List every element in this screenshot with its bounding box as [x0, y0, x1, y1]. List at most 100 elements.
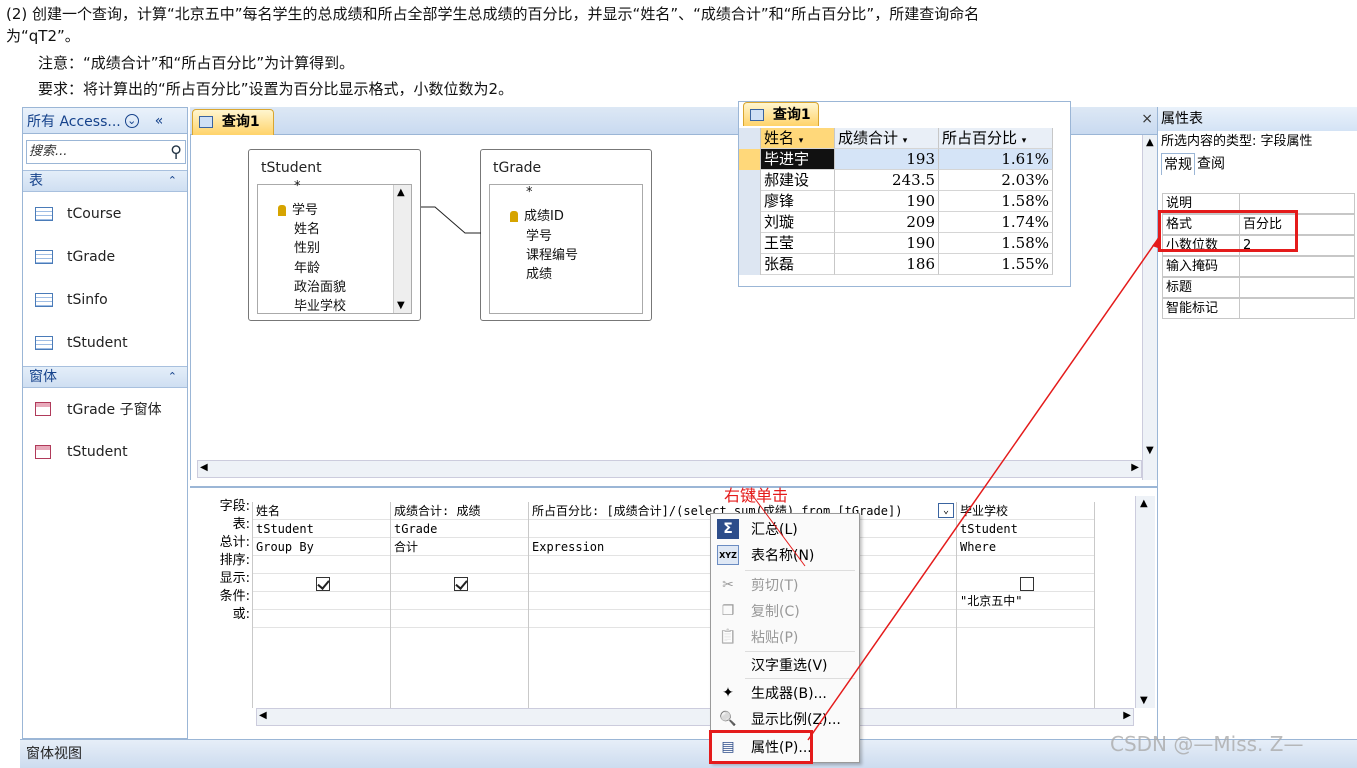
grid-horizontal-scrollbar[interactable]: ◀ ▶ [256, 708, 1134, 726]
datasheet-row[interactable]: 毕进宇 193 1.61% [739, 149, 1053, 170]
scroll-up-icon[interactable]: ▲ [1146, 137, 1154, 148]
field-list-scrollbar[interactable]: ▲ ▼ [393, 185, 411, 313]
grid-cell-criteria[interactable] [253, 592, 390, 610]
grid-cell-sort[interactable] [391, 556, 528, 574]
scroll-up-icon[interactable]: ▲ [1140, 498, 1148, 509]
collapse-group-icon[interactable]: ⌃ [168, 367, 177, 387]
grid-column-5[interactable] [1094, 502, 1134, 708]
field-item[interactable]: 学号 [526, 225, 552, 244]
datasheet-row[interactable]: 廖锋 190 1.58% [739, 191, 1053, 212]
nav-item-tstudent-form[interactable]: tStudent [35, 441, 128, 463]
tab-general[interactable]: 常规 [1161, 153, 1195, 175]
menu-item-copy[interactable]: ❐ 复制(C) [711, 598, 859, 624]
property-row[interactable]: 标题 [1162, 277, 1355, 298]
cell-name[interactable]: 廖锋 [761, 191, 835, 212]
field-item[interactable]: 课程编号 [526, 244, 578, 263]
design-horizontal-scrollbar[interactable]: ◀ ▶ [197, 460, 1142, 478]
grid-cell-field[interactable]: 毕业学校 [957, 502, 1094, 520]
menu-item-builder[interactable]: ✦ 生成器(B)... [711, 680, 859, 706]
cell-total[interactable]: 193 [835, 149, 939, 170]
grid-cell-criteria[interactable]: "北京五中" [957, 592, 1094, 610]
grid-cell-or[interactable] [391, 610, 528, 628]
grid-cell-show[interactable] [391, 574, 528, 592]
cell-name[interactable]: 张磊 [761, 254, 835, 275]
tab-query1-datasheet[interactable]: 查询1 [743, 102, 819, 126]
collapse-pane-icon[interactable]: « [155, 113, 164, 129]
scroll-right-icon[interactable]: ▶ [1131, 462, 1139, 473]
design-vertical-scrollbar[interactable]: ▲ ▼ [1142, 135, 1158, 480]
field-item-key[interactable]: 学号 [278, 199, 318, 218]
grid-column-1[interactable]: 姓名 tStudent Group By [252, 502, 390, 708]
chevron-down-icon[interactable]: ⌄ [124, 113, 139, 128]
scroll-down-icon[interactable]: ▼ [1146, 445, 1154, 456]
grid-cell-or[interactable] [957, 610, 1094, 628]
cell-total[interactable]: 209 [835, 212, 939, 233]
field-item-key[interactable]: 成绩ID [510, 205, 564, 224]
record-selector[interactable] [739, 212, 761, 233]
property-value[interactable] [1240, 299, 1243, 318]
grid-cell-criteria[interactable] [391, 592, 528, 610]
grid-cell-show[interactable] [253, 574, 390, 592]
dropdown-arrow-icon[interactable]: ▾ [1022, 136, 1027, 146]
grid-cell-field[interactable]: 成绩合计: 成绩 [391, 502, 528, 520]
grid-column-2[interactable]: 成绩合计: 成绩 tGrade 合计 [390, 502, 528, 708]
cell-percent[interactable]: 1.74% [939, 212, 1053, 233]
field-item[interactable]: 毕业学校 [294, 295, 346, 314]
menu-item-totals[interactable]: Σ 汇总(L) [711, 516, 859, 542]
show-checkbox[interactable] [316, 576, 330, 591]
search-icon[interactable]: ⚲ [170, 141, 182, 163]
grid-column-4[interactable]: 毕业学校 tStudent Where "北京五中" [956, 502, 1094, 708]
tab-lookup[interactable]: 查阅 [1195, 153, 1227, 175]
column-header-percent[interactable]: 所占百分比 ▾ [939, 128, 1053, 149]
grid-cell-sort[interactable] [957, 556, 1094, 574]
grid-cell-table[interactable]: tGrade [391, 520, 528, 538]
record-selector[interactable] [739, 149, 761, 170]
field-item[interactable]: 年龄 [294, 257, 320, 276]
column-header-total[interactable]: 成绩合计 ▾ [835, 128, 939, 149]
field-item[interactable]: 性别 [294, 237, 320, 256]
cell-total[interactable]: 243.5 [835, 170, 939, 191]
datasheet-row[interactable]: 郝建设 243.5 2.03% [739, 170, 1053, 191]
menu-item-paste[interactable]: 📋 粘贴(P) [711, 624, 859, 650]
nav-group-forms[interactable]: 窗体 ⌃ [23, 366, 187, 388]
cell-percent[interactable]: 1.55% [939, 254, 1053, 275]
close-icon[interactable]: × [1141, 111, 1153, 127]
select-all[interactable] [739, 128, 761, 149]
datasheet-row[interactable]: 王莹 190 1.58% [739, 233, 1053, 254]
property-row[interactable]: 智能标记 [1162, 298, 1355, 319]
nav-group-tables[interactable]: 表 ⌃ [23, 170, 187, 192]
cell-percent[interactable]: 2.03% [939, 170, 1053, 191]
scroll-left-icon[interactable]: ◀ [200, 462, 208, 473]
cell-percent[interactable]: 1.61% [939, 149, 1053, 170]
menu-item-cut[interactable]: ✂ 剪切(T) [711, 572, 859, 598]
cell-name[interactable]: 王莹 [761, 233, 835, 254]
record-selector[interactable] [739, 254, 761, 275]
record-selector[interactable] [739, 170, 761, 191]
nav-pane-header[interactable]: 所有 Access... ⌄ « [23, 108, 187, 134]
table-box-tstudent[interactable]: tStudent * 学号 姓名 性别 年龄 政治面貌 毕业学校 ▲ ▼ [248, 149, 421, 321]
cell-name[interactable]: 郝建设 [761, 170, 835, 191]
cell-name[interactable]: 刘璇 [761, 212, 835, 233]
grid-cell-table[interactable]: tStudent [957, 520, 1094, 538]
grid-cell-table[interactable]: tStudent [253, 520, 390, 538]
show-checkbox[interactable] [454, 576, 468, 591]
cell-name[interactable]: 毕进宇 [761, 149, 835, 170]
record-selector[interactable] [739, 233, 761, 254]
datasheet-row[interactable]: 刘璇 209 1.74% [739, 212, 1053, 233]
nav-item-tcourse[interactable]: tCourse [35, 203, 121, 225]
cell-total[interactable]: 186 [835, 254, 939, 275]
grid-cell-show[interactable] [957, 574, 1094, 592]
cell-percent[interactable]: 1.58% [939, 191, 1053, 212]
dropdown-arrow-icon[interactable]: ▾ [799, 136, 804, 146]
grid-cell-total[interactable]: Where [957, 538, 1094, 556]
nav-item-tgrade[interactable]: tGrade [35, 246, 115, 268]
field-item[interactable]: 政治面貌 [294, 276, 346, 295]
property-value[interactable] [1240, 278, 1243, 297]
dropdown-arrow-icon[interactable]: ▾ [903, 136, 908, 146]
datasheet-row[interactable]: 张磊 186 1.55% [739, 254, 1053, 275]
nav-item-tgrade-subform[interactable]: tGrade 子窗体 [35, 398, 162, 420]
field-item[interactable]: * [294, 179, 301, 194]
nav-item-tstudent[interactable]: tStudent [35, 332, 128, 354]
menu-item-reconvert[interactable]: 汉字重选(V) [711, 652, 859, 678]
menu-item-table-names[interactable]: XYZ 表名称(N) [711, 542, 859, 568]
